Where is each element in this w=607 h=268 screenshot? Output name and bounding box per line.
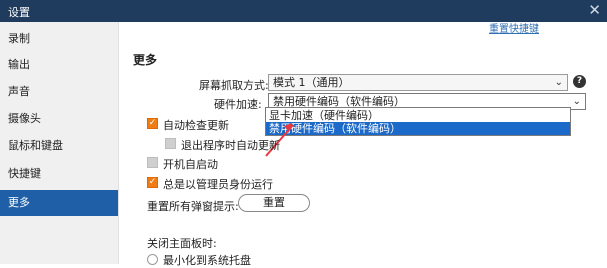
reset-hotkeys-link[interactable]: 重置快捷键 bbox=[489, 20, 539, 35]
hardware-accel-label: 硬件加速: bbox=[214, 98, 262, 111]
sidebar-item-hotkeys[interactable]: 快捷键 bbox=[0, 161, 118, 187]
sidebar-item-camera[interactable]: 摄像头 bbox=[0, 106, 118, 132]
autostart-checkbox[interactable] bbox=[147, 157, 158, 168]
chevron-down-icon: ⌄ bbox=[554, 77, 563, 88]
sidebar-item-audio[interactable]: 声音 bbox=[0, 79, 118, 105]
minimize-tray-label: 最小化到系统托盘 bbox=[163, 254, 251, 267]
capture-mode-value: 模式 1（通用） bbox=[273, 76, 350, 89]
title-bar: 设置 ✕ bbox=[0, 0, 607, 22]
minimize-tray-radio[interactable] bbox=[147, 254, 158, 265]
sidebar-item-mouse-keyboard[interactable]: 鼠标和键盘 bbox=[0, 133, 118, 159]
sidebar: 录制 输出 声音 摄像头 鼠标和键盘 快捷键 更多 bbox=[0, 22, 119, 264]
chevron-down-icon: ⌄ bbox=[572, 96, 581, 107]
auto-update-label: 自动检查更新 bbox=[163, 119, 229, 132]
dropdown-option-software[interactable]: 禁用硬件编码（软件编码） bbox=[266, 122, 570, 135]
help-icon[interactable]: ? bbox=[573, 75, 586, 88]
sidebar-item-more[interactable]: 更多 bbox=[0, 190, 118, 216]
run-admin-label: 总是以管理员身份运行 bbox=[163, 178, 273, 191]
exit-update-checkbox[interactable] bbox=[165, 138, 176, 149]
capture-mode-label: 屏幕抓取方式: bbox=[199, 79, 269, 92]
section-title: 更多 bbox=[133, 53, 158, 67]
run-admin-checkbox[interactable]: ✓ bbox=[147, 177, 158, 188]
auto-update-checkbox[interactable]: ✓ bbox=[147, 118, 158, 129]
sidebar-item-output[interactable]: 输出 bbox=[0, 52, 118, 78]
reset-popups-label: 重置所有弹窗提示: bbox=[147, 200, 239, 213]
autostart-label: 开机自启动 bbox=[163, 158, 218, 171]
exit-update-label: 退出程序时自动更新 bbox=[181, 139, 280, 152]
hardware-accel-dropdown: 显卡加速（硬件编码） 禁用硬件编码（软件编码） bbox=[265, 107, 571, 136]
capture-mode-select[interactable]: 模式 1（通用） ⌄ bbox=[268, 74, 568, 91]
close-panel-label: 关闭主面板时: bbox=[147, 237, 217, 250]
close-icon[interactable]: ✕ bbox=[588, 2, 601, 18]
reset-button[interactable]: 重置 bbox=[238, 194, 310, 212]
sidebar-item-record[interactable]: 录制 bbox=[0, 26, 118, 52]
dropdown-option-gpu[interactable]: 显卡加速（硬件编码） bbox=[266, 109, 570, 122]
window-title: 设置 bbox=[8, 6, 30, 19]
